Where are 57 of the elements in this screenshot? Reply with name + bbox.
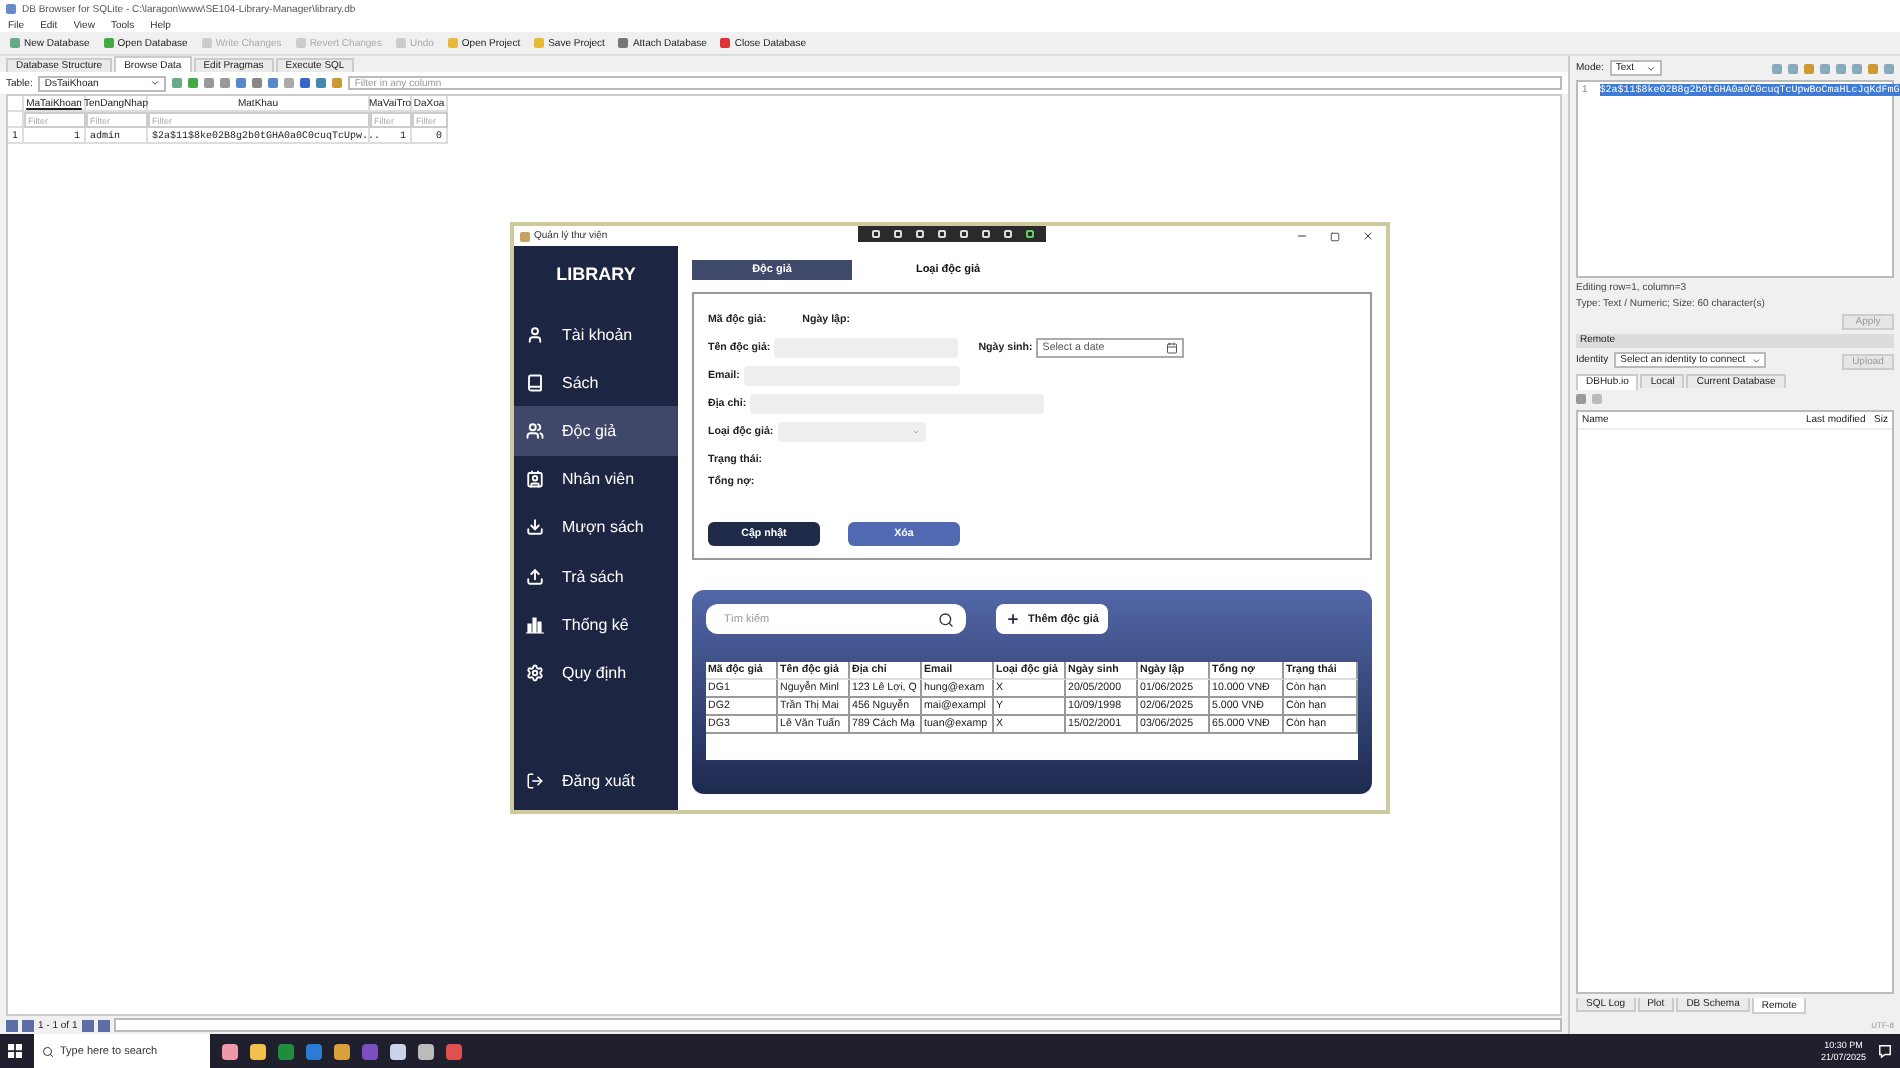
sidebar-item[interactable]: Độc giả (514, 406, 678, 456)
recorder-tool-icon[interactable] (981, 230, 989, 238)
toolbar-icon (720, 38, 731, 48)
logout-button[interactable]: Đăng xuất (514, 757, 678, 806)
chevron-icon (150, 78, 161, 88)
last-page-button[interactable] (97, 1019, 110, 1031)
previous-page-button[interactable] (22, 1019, 34, 1031)
bar-chart-icon (526, 615, 544, 634)
minimize-icon[interactable] (1296, 230, 1308, 242)
toolbar-icon (103, 38, 114, 48)
book-icon (526, 373, 544, 392)
notification-icon[interactable] (1878, 1044, 1892, 1058)
upload-icon (526, 567, 544, 586)
refresh-icon[interactable] (1576, 393, 1586, 404)
next-page-button[interactable] (81, 1019, 94, 1031)
recorder-tool-icon[interactable] (893, 230, 901, 238)
toolbar-icon (618, 38, 629, 48)
search-icon (938, 611, 954, 627)
maximize-icon[interactable] (1330, 231, 1340, 241)
chevron-icon (1645, 63, 1656, 73)
calendar-icon (1166, 341, 1179, 353)
sidebar-item[interactable]: Trả sách (514, 551, 678, 601)
user-icon (526, 325, 544, 344)
toolbar-icon (395, 38, 406, 48)
sidebar-item[interactable]: Tài khoản (514, 310, 678, 359)
toolbar-icon (10, 38, 20, 48)
recorder-tool-icon[interactable] (1003, 230, 1011, 238)
toolbar-icon (295, 38, 306, 48)
brand-title: LIBRARY (554, 262, 638, 288)
sidebar-item[interactable]: Quy định (514, 648, 678, 697)
toolbar-icon (201, 38, 212, 48)
recorder-tool-icon[interactable] (1025, 230, 1033, 238)
plus-icon (1006, 612, 1020, 626)
app-icon (6, 4, 16, 14)
chevron-icon (1751, 355, 1761, 366)
toolbar-icon (447, 38, 458, 48)
sidebar-item[interactable]: Mượn sách (514, 503, 678, 552)
sidebar-item[interactable]: Sách (514, 358, 678, 407)
app-icon (520, 231, 530, 241)
windows-start-icon[interactable] (8, 1044, 22, 1058)
recorder-tool-icon[interactable] (959, 230, 967, 238)
id-card-icon (526, 470, 544, 489)
search-icon (42, 1045, 54, 1057)
goto-field[interactable] (113, 1018, 1562, 1032)
people-icon (526, 421, 544, 440)
recorder-tool-icon[interactable] (937, 230, 945, 238)
first-page-button[interactable] (6, 1019, 18, 1031)
recorder-tool-icon[interactable] (871, 230, 879, 238)
sidebar-item[interactable]: Nhân viên (514, 455, 678, 504)
sidebar-item[interactable]: Thống kê (514, 600, 678, 649)
corner-cell (8, 96, 24, 112)
logout-icon (526, 772, 544, 791)
toolbar-icon (534, 38, 545, 48)
recorder-tool-icon[interactable] (915, 230, 923, 238)
close-icon[interactable] (1362, 230, 1374, 242)
settings-icon (526, 663, 544, 682)
download-icon (526, 518, 544, 537)
